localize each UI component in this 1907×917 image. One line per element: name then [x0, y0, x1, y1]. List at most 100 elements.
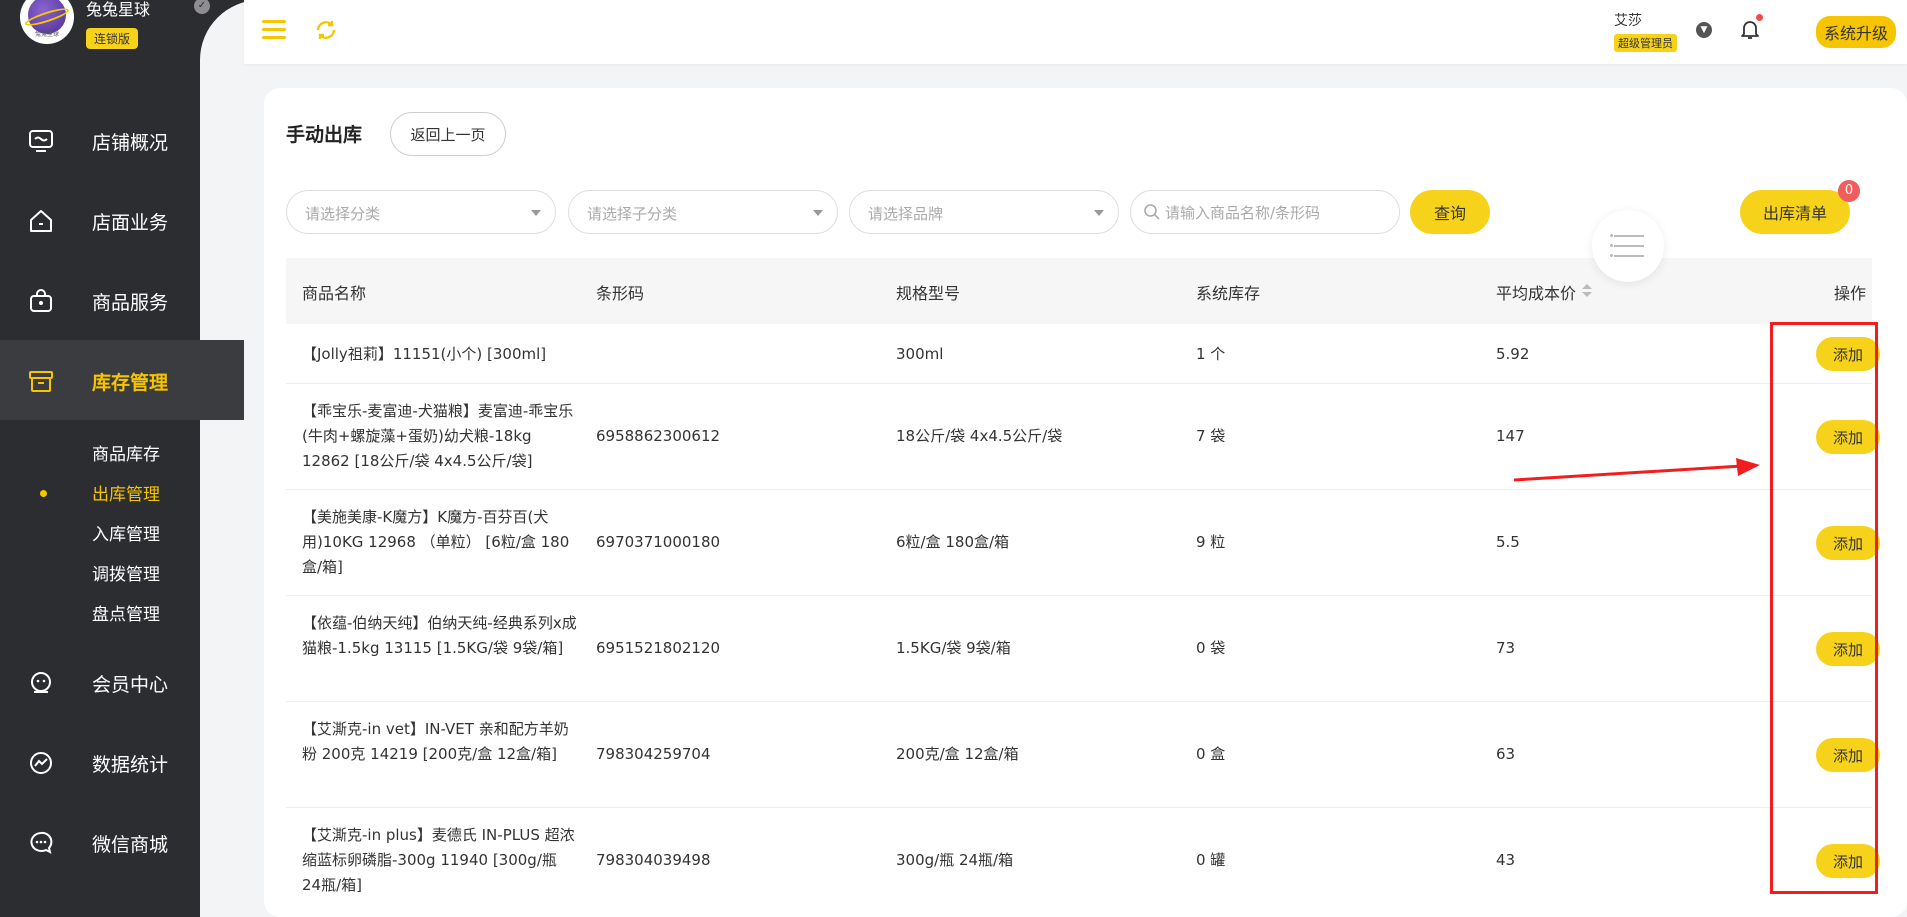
cell-name: 【依蕴-伯纳天纯】伯纳天纯-经典系列x成猫粮-1.5kg 13115 [1.5K…: [302, 614, 577, 657]
cell-stock: 7 袋: [1196, 427, 1226, 445]
cell-barcode: 6958862300612: [596, 427, 721, 445]
cell-barcode: 6970371000180: [596, 533, 721, 551]
submenu-item-outbound[interactable]: 出库管理: [0, 472, 244, 512]
brand-block: 兔兔星球 兔兔星球 连锁版 ✓: [0, 0, 244, 70]
brand-logo[interactable]: 兔兔星球: [20, 0, 74, 44]
caret-down-icon: [813, 210, 823, 216]
category-select[interactable]: 请选择分类: [286, 190, 556, 234]
submenu-item-label: 调拨管理: [92, 565, 160, 585]
cell-barcode: 798304039498: [596, 851, 711, 869]
wechat-icon: [30, 831, 53, 854]
logo-text: 兔兔星球: [34, 31, 59, 38]
column-header-name: 商品名称: [302, 284, 367, 303]
bell-icon[interactable]: [1740, 18, 1760, 40]
product-search-box: [1130, 190, 1400, 234]
cell-cost: 43: [1496, 851, 1516, 869]
top-header: 艾莎 超级管理员 ▼ 系统升级: [244, 0, 1907, 64]
cell-stock: 0 罐: [1196, 851, 1226, 869]
cell-stock: 0 袋: [1196, 639, 1226, 657]
page-title: 手动出库: [286, 124, 363, 146]
cell-spec: 6粒/盒 180盒/箱: [896, 533, 1010, 551]
system-upgrade-button[interactable]: 系统升级: [1816, 16, 1897, 48]
subcategory-select[interactable]: 请选择子分类: [568, 190, 838, 234]
annotation-highlight-box: [1770, 322, 1878, 894]
column-header-action: 操作: [1834, 284, 1867, 303]
sidebar-item-inventory[interactable]: 库存管理: [0, 340, 244, 420]
user-role-badge: 超级管理员: [1614, 34, 1677, 52]
submenu-item-product-stock[interactable]: 商品库存: [0, 432, 244, 472]
inventory-submenu: 商品库存 出库管理 入库管理 调拨管理 盘点管理: [0, 420, 244, 642]
column-header-cost[interactable]: 平均成本价: [1496, 280, 1576, 304]
submenu-item-stocktake[interactable]: 盘点管理: [0, 592, 244, 632]
product-search-input[interactable]: [1165, 201, 1385, 225]
floating-list-menu-icon[interactable]: [1592, 210, 1664, 282]
category-select-placeholder: 请选择分类: [305, 205, 381, 223]
caret-down-icon: [1094, 210, 1104, 216]
notification-dot: [1756, 14, 1763, 21]
table-row: 【艾澌克-in vet】IN-VET 亲和配方羊奶粉 200克 14219 [2…: [286, 702, 1880, 808]
home-icon: [30, 210, 52, 232]
submenu-item-inbound[interactable]: 入库管理: [0, 512, 244, 552]
cell-barcode: 798304259704: [596, 745, 711, 763]
cell-name: 【美施美康-K魔方】K魔方-百芬百(犬用)10KG 12968 （单粒） [6粒…: [302, 508, 570, 576]
cell-stock: 1 个: [1196, 345, 1226, 363]
submenu-item-label: 出库管理: [92, 485, 160, 505]
submenu-item-label: 盘点管理: [92, 605, 160, 625]
sidebar-item-statistics[interactable]: 数据统计: [0, 722, 244, 802]
menu-toggle-icon[interactable]: [262, 20, 286, 40]
sidebar-item-label: 数据统计: [92, 754, 169, 776]
outbound-list-button[interactable]: 出库清单: [1740, 190, 1850, 234]
submenu-item-transfer[interactable]: 调拨管理: [0, 552, 244, 592]
submenu-item-label: 入库管理: [92, 525, 160, 545]
cell-spec: 1.5KG/袋 9袋/箱: [896, 639, 1011, 657]
sidebar-item-wechat-mall[interactable]: 微信商城: [0, 802, 244, 882]
sort-icon[interactable]: [1582, 284, 1592, 298]
sidebar-item-label: 会员中心: [92, 674, 169, 696]
sidebar-nav: 店铺概况 店面业务 商品服务 库存管理 商品库存 出库管理 入库管理 调拨管理 …: [0, 100, 244, 882]
brand-select[interactable]: 请选择品牌: [849, 190, 1119, 234]
subcategory-select-placeholder: 请选择子分类: [587, 205, 678, 223]
cell-spec: 200克/盒 12盒/箱: [896, 745, 1019, 763]
table-row: 【美施美康-K魔方】K魔方-百芬百(犬用)10KG 12968 （单粒） [6粒…: [286, 490, 1880, 596]
sidebar-item-label: 微信商城: [92, 834, 169, 856]
back-button[interactable]: 返回上一页: [390, 112, 506, 156]
cell-spec: 300g/瓶 24瓶/箱: [896, 851, 1014, 869]
sidebar-item-store-business[interactable]: 店面业务: [0, 180, 244, 260]
cell-cost: 147: [1496, 427, 1525, 445]
bag-icon: [30, 289, 52, 312]
column-header-barcode: 条形码: [596, 284, 645, 303]
cell-cost: 5.5: [1496, 533, 1520, 551]
search-icon: [1144, 204, 1160, 220]
sidebar-item-label: 库存管理: [92, 372, 169, 394]
chevron-down-icon[interactable]: ▼: [1696, 22, 1712, 38]
user-name[interactable]: 艾莎: [1614, 10, 1642, 30]
cell-cost: 73: [1496, 639, 1516, 657]
caret-down-icon: [531, 210, 541, 216]
chart-icon: [30, 752, 52, 774]
active-dot-icon: [40, 490, 47, 497]
product-table: 商品名称 条形码 规格型号 系统库存 平均成本价 操作 【Jolly祖莉】111…: [286, 258, 1880, 914]
sidebar-item-product-service[interactable]: 商品服务: [0, 260, 244, 340]
outbound-list-count-badge: 0: [1838, 180, 1860, 202]
column-header-stock: 系统库存: [1196, 284, 1261, 303]
sidebar-item-label: 店面业务: [92, 212, 169, 234]
cell-barcode: 6951521802120: [596, 639, 721, 657]
query-button[interactable]: 查询: [1410, 190, 1490, 234]
sidebar-item-member-center[interactable]: 会员中心: [0, 642, 244, 722]
cell-stock: 0 盒: [1196, 745, 1226, 763]
sidebar: 兔兔星球 兔兔星球 连锁版 ✓ 店铺概况 店面业务 商品服务 库存管理 商品库存: [0, 0, 244, 917]
sidebar-item-label: 商品服务: [92, 292, 169, 314]
cell-name: 【艾澌克-in vet】IN-VET 亲和配方羊奶粉 200克 14219 [2…: [302, 720, 569, 763]
cell-name: 【Jolly祖莉】11151(小个) [300ml]: [302, 345, 547, 363]
cell-spec: 18公斤/袋 4x4.5公斤/袋: [896, 427, 1063, 445]
refresh-icon[interactable]: [314, 18, 338, 42]
check-icon[interactable]: ✓: [194, 0, 210, 14]
annotation-arrow-icon: [1513, 458, 1760, 482]
cell-name: 【乖宝乐-麦富迪-犬猫粮】麦富迪-乖宝乐(牛肉+螺旋藻+蛋奶)幼犬粮-18kg …: [302, 402, 574, 470]
sidebar-item-store-overview[interactable]: 店铺概况: [0, 100, 244, 180]
table-row: 【依蕴-伯纳天纯】伯纳天纯-经典系列x成猫粮-1.5kg 13115 [1.5K…: [286, 596, 1880, 702]
main-panel: 手动出库 返回上一页 请选择分类 请选择子分类 请选择品牌 查询 出库清单 0 …: [264, 88, 1907, 917]
monitor-icon: [29, 130, 53, 152]
cell-cost: 5.92: [1496, 345, 1530, 363]
cell-stock: 9 粒: [1196, 533, 1226, 551]
